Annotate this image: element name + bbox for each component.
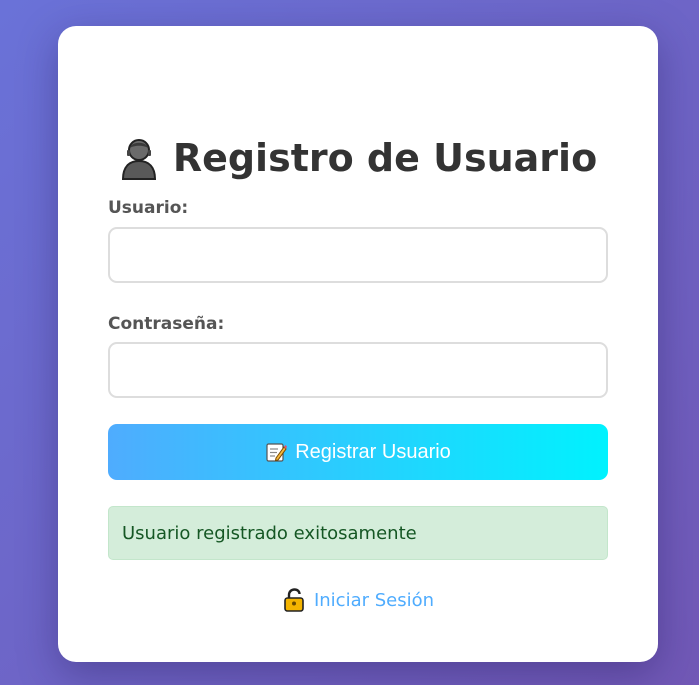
user-silhouette-icon: [119, 136, 159, 180]
success-message: Usuario registrado exitosamente: [122, 522, 417, 544]
register-button[interactable]: Registrar Usuario: [108, 424, 608, 480]
login-link-row: Iniciar Sesión: [58, 586, 658, 614]
password-label: Contraseña:: [108, 314, 225, 334]
page-title: Registro de Usuario: [58, 132, 658, 184]
register-card: Registro de Usuario Usuario: Contraseña:…: [58, 26, 658, 662]
page-title-text: Registro de Usuario: [172, 136, 598, 180]
password-input[interactable]: [108, 342, 608, 398]
username-label: Usuario:: [108, 198, 189, 218]
login-link[interactable]: Iniciar Sesión: [314, 590, 434, 611]
username-input[interactable]: [108, 227, 608, 283]
register-button-label: Registrar Usuario: [295, 440, 451, 463]
memo-icon: [265, 441, 288, 463]
success-alert: Usuario registrado exitosamente: [108, 506, 608, 560]
lock-icon: [282, 588, 306, 612]
